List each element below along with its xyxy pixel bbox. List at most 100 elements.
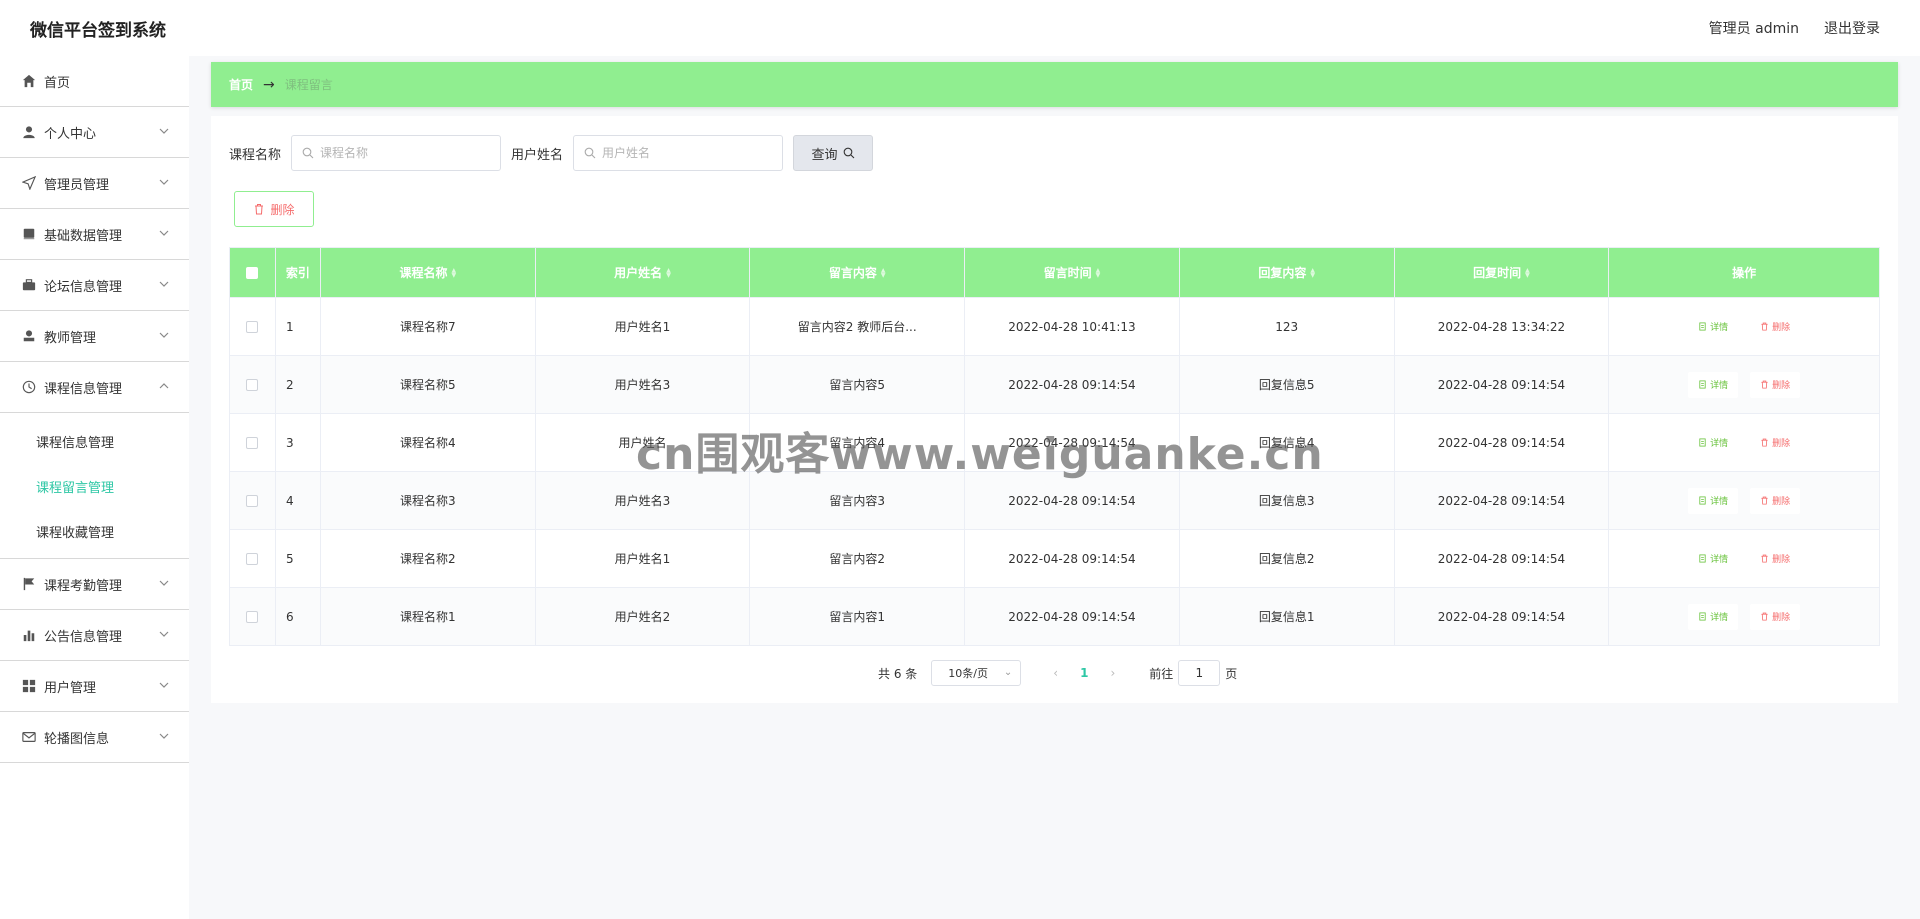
batch-delete-label: 删除 [270, 202, 295, 217]
comment-time-cell: 2022-04-28 09:14:54 [965, 588, 1180, 645]
submenu-item-course-favorites[interactable]: 课程收藏管理 [0, 509, 189, 554]
detail-button[interactable]: 详情 [1688, 545, 1739, 572]
sidebar-item-course-attendance[interactable]: 课程考勤管理 [0, 559, 189, 610]
course-name-field[interactable] [291, 135, 502, 171]
column-header-comment-content[interactable]: 留言内容 ▲ ▼ [750, 248, 966, 297]
chevron-up-icon [159, 381, 169, 394]
table-row[interactable]: 6 课程名称1 用户姓名2 留言内容1 2022-04-28 09:14:54 回复信息1… [230, 587, 1879, 645]
course-name-label: 课程名称 [229, 147, 282, 163]
sidebar-item-carousel[interactable]: 轮播图信息 [0, 712, 189, 763]
sidebar-item-home[interactable]: 首页 [0, 56, 189, 107]
row-checkbox[interactable] [246, 320, 259, 333]
flag-icon [22, 577, 36, 591]
sidebar-item-announcement[interactable]: 公告信息管理 [0, 610, 189, 661]
course-name-input[interactable] [320, 146, 491, 160]
detail-button[interactable]: 详情 [1688, 487, 1739, 514]
breadcrumb-home-link[interactable]: 首页 [229, 76, 253, 93]
table-row[interactable]: 2 课程名称5 用户姓名3 留言内容5 2022-04-28 09:14:54 回复信息5… [230, 355, 1879, 413]
sidebar-item-forum-management[interactable]: 论坛信息管理 [0, 260, 189, 311]
trash-icon [1761, 438, 1768, 447]
detail-button[interactable]: 详情 [1688, 371, 1739, 398]
sidebar-item-label: 首页 [44, 75, 71, 91]
delete-button[interactable]: 删除 [1750, 313, 1801, 340]
table-row[interactable]: 5 课程名称2 用户姓名1 留言内容2 2022-04-28 09:14:54 回复信息2… [230, 529, 1879, 587]
comment-content-cell: 留言内容2 [750, 530, 966, 587]
detail-button[interactable]: 详情 [1688, 603, 1739, 630]
table-row[interactable]: 1 课程名称7 用户姓名1 留言内容2 教师后台... 2022-04-28 10:41… [230, 297, 1879, 355]
table-row[interactable]: 4 课程名称3 用户姓名3 留言内容3 2022-04-28 09:14:54 回复信息3… [230, 471, 1879, 529]
sort-icon[interactable]: ▲ ▼ [451, 267, 456, 278]
sidebar-item-basic-data[interactable]: 基础数据管理 [0, 209, 189, 260]
logout-link[interactable]: 退出登录 [1824, 18, 1880, 38]
page-number-current[interactable]: 1 [1080, 666, 1088, 680]
delete-button[interactable]: 删除 [1750, 545, 1801, 572]
row-checkbox[interactable] [246, 494, 259, 507]
course-name-cell: 课程名称3 [321, 472, 536, 529]
course-name-cell: 课程名称2 [321, 530, 536, 587]
detail-button-label: 详情 [1710, 323, 1729, 333]
row-checkbox[interactable] [246, 378, 259, 391]
detail-button[interactable]: 详情 [1688, 313, 1739, 340]
search-icon [302, 147, 314, 159]
home-icon [22, 74, 36, 88]
reply-time-cell: 2022-04-28 09:14:54 [1395, 472, 1610, 529]
next-page-button[interactable]: › [1110, 666, 1115, 680]
sidebar-item-admin-management[interactable]: 管理员管理 [0, 158, 189, 209]
goto-label: 前往 [1149, 666, 1174, 681]
user-name-cell: 用户姓名1 [536, 530, 751, 587]
reply-time-cell: 2022-04-28 09:14:54 [1395, 530, 1610, 587]
delete-button[interactable]: 删除 [1750, 603, 1801, 630]
row-checkbox[interactable] [246, 610, 259, 623]
user-name-field[interactable] [573, 135, 784, 171]
column-header-reply-content[interactable]: 回复内容 ▲ ▼ [1180, 248, 1395, 297]
delete-button[interactable]: 删除 [1750, 487, 1801, 514]
sidebar-item-label: 轮播图信息 [44, 731, 110, 747]
column-header-reply-time[interactable]: 回复时间 ▲ ▼ [1395, 248, 1610, 297]
trash-icon [1761, 612, 1768, 621]
sort-icon[interactable]: ▲ ▼ [1525, 267, 1530, 278]
sort-icon[interactable]: ▲ ▼ [1096, 267, 1101, 278]
sidebar-item-personal-center[interactable]: 个人中心 [0, 107, 189, 158]
user-name-cell: 用户姓名1 [536, 298, 751, 355]
row-checkbox[interactable] [246, 436, 259, 449]
sort-icon[interactable]: ▲ ▼ [881, 267, 886, 278]
detail-button[interactable]: 详情 [1688, 429, 1739, 456]
page-size-select[interactable]: 10条/页 ⌄ [931, 660, 1022, 686]
prev-page-button[interactable]: ‹ [1053, 666, 1058, 680]
column-header-course-name[interactable]: 课程名称 ▲ ▼ [321, 248, 536, 297]
trash-icon [1761, 554, 1768, 563]
sidebar-item-user-management[interactable]: 用户管理 [0, 661, 189, 712]
select-all-checkbox[interactable] [246, 266, 259, 279]
submenu-item-course-comments[interactable]: 课程留言管理 [0, 464, 189, 509]
column-header-user-name[interactable]: 用户姓名 ▲ ▼ [536, 248, 751, 297]
goto-page-input[interactable]: 1 [1178, 660, 1221, 686]
row-select-cell [230, 414, 276, 471]
sort-icon[interactable]: ▲ ▼ [666, 267, 671, 278]
sort-icon[interactable]: ▲ ▼ [1310, 267, 1315, 278]
row-checkbox[interactable] [246, 552, 259, 565]
detail-button-label: 详情 [1710, 555, 1729, 565]
sidebar-item-label: 个人中心 [44, 126, 97, 142]
batch-delete-button[interactable]: 删除 [234, 191, 314, 227]
submenu-item-course-info[interactable]: 课程信息管理 [0, 419, 189, 464]
query-button[interactable]: 查询 [793, 135, 874, 171]
delete-button[interactable]: 删除 [1750, 429, 1801, 456]
sidebar-item-course-info[interactable]: 课程信息管理 [0, 362, 189, 413]
search-icon [843, 147, 854, 159]
user-name-cell: 用户姓名 [536, 414, 751, 471]
document-icon [1699, 496, 1706, 505]
sidebar-item-teacher-management[interactable]: 教师管理 [0, 311, 189, 362]
reply-content-cell: 回复信息3 [1180, 472, 1395, 529]
delete-button-label: 删除 [1772, 497, 1791, 507]
actions-cell: 详情 删除 [1609, 472, 1879, 529]
sidebar-item-label: 管理员管理 [44, 177, 110, 193]
table-row[interactable]: 3 课程名称4 用户姓名 留言内容4 2022-04-28 09:14:54 回复信息4 2… [230, 413, 1879, 471]
comment-content-cell: 留言内容3 [750, 472, 966, 529]
breadcrumb: 首页 → 课程留言 [211, 62, 1898, 107]
grid-icon [22, 679, 36, 693]
column-header-comment-time[interactable]: 留言时间 ▲ ▼ [965, 248, 1180, 297]
user-name-input[interactable] [602, 146, 773, 160]
delete-button[interactable]: 删除 [1750, 371, 1801, 398]
trash-icon [1761, 380, 1768, 389]
top-header: 微信平台签到系统 管理员 admin 退出登录 [0, 0, 1920, 56]
